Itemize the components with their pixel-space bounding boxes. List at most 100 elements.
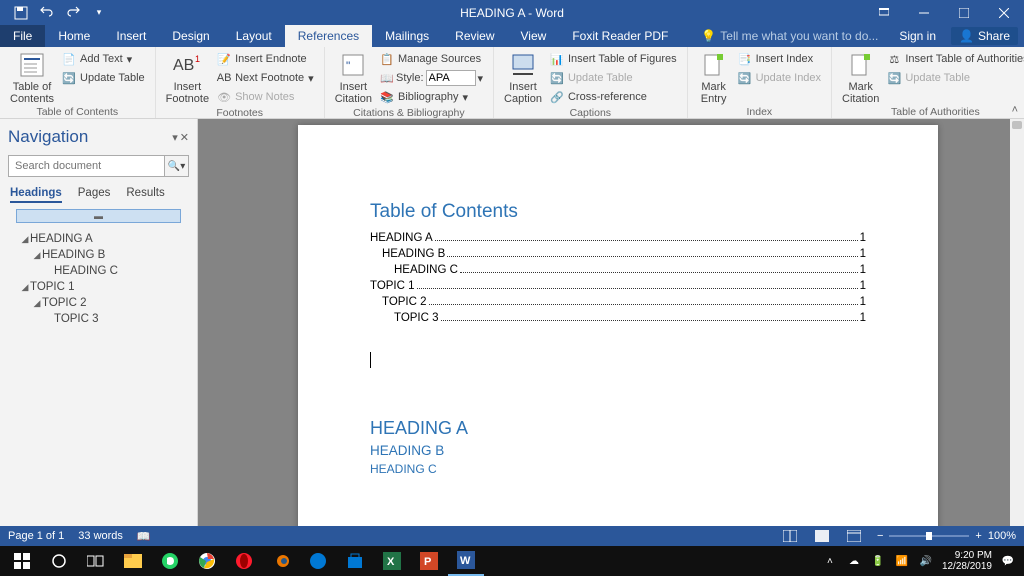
tell-me-search[interactable]: 💡Tell me what you want to do... (681, 25, 878, 47)
wifi-icon[interactable]: 📶 (894, 553, 910, 569)
cortana-button[interactable] (41, 546, 77, 576)
nav-tree-item[interactable]: HEADING C (8, 263, 189, 279)
opera-icon[interactable] (226, 546, 262, 576)
tree-twisty-icon[interactable]: ◢ (20, 282, 30, 293)
toc-entry[interactable]: TOPIC 2 1 (370, 295, 866, 308)
tree-twisty-icon[interactable]: ◢ (32, 250, 42, 261)
app-icon[interactable] (300, 546, 336, 576)
mark-entry-button[interactable]: Mark Entry (694, 49, 734, 105)
start-button[interactable] (4, 546, 40, 576)
print-layout-icon[interactable] (813, 528, 831, 544)
insert-toa-button[interactable]: ⚖Insert Table of Authorities (883, 50, 1024, 68)
nav-current-pos[interactable]: ▬ (16, 209, 181, 223)
toc-entry[interactable]: HEADING C 1 (370, 263, 866, 276)
zoom-out-button[interactable]: − (877, 530, 883, 542)
add-text-button[interactable]: 📄Add Text ▾ (58, 50, 149, 68)
word-icon[interactable]: W (448, 546, 484, 576)
update-index-button[interactable]: 🔄Update Index (734, 69, 825, 87)
blender-icon[interactable] (263, 546, 299, 576)
tray-chevron-icon[interactable]: ˄ (822, 553, 838, 569)
cross-reference-button[interactable]: 🔗Cross-reference (546, 88, 681, 106)
tab-layout[interactable]: Layout (223, 25, 285, 47)
page-indicator[interactable]: Page 1 of 1 (8, 530, 64, 542)
show-notes-button[interactable]: 👁Show Notes (213, 88, 318, 106)
notifications-icon[interactable]: 💬 (1000, 553, 1016, 569)
nav-tab-headings[interactable]: Headings (10, 187, 62, 203)
tab-foxit[interactable]: Foxit Reader PDF (559, 25, 681, 47)
nav-tree-item[interactable]: ◢TOPIC 2 (8, 295, 189, 311)
scroll-thumb[interactable] (1012, 121, 1022, 129)
read-mode-icon[interactable] (781, 528, 799, 544)
nav-tab-results[interactable]: Results (126, 187, 164, 203)
insert-citation-button[interactable]: " Insert Citation (331, 49, 376, 105)
zoom-level[interactable]: 100% (988, 530, 1016, 542)
tab-insert[interactable]: Insert (103, 25, 159, 47)
undo-icon[interactable] (36, 2, 58, 24)
sign-in-button[interactable]: Sign in (886, 29, 949, 43)
nav-tree-item[interactable]: TOPIC 3 (8, 311, 189, 327)
zoom-in-button[interactable]: + (975, 530, 981, 542)
insert-footnote-button[interactable]: AB1 Insert Footnote (162, 49, 213, 105)
table-of-contents-button[interactable]: Table of Contents (6, 49, 58, 105)
style-value[interactable] (426, 70, 476, 86)
toc-entry[interactable]: TOPIC 3 1 (370, 311, 866, 324)
whatsapp-icon[interactable] (152, 546, 188, 576)
zoom-slider[interactable] (889, 535, 969, 537)
insert-caption-button[interactable]: Insert Caption (500, 49, 546, 105)
tab-home[interactable]: Home (45, 25, 103, 47)
share-button[interactable]: 👤Share (951, 27, 1018, 45)
onedrive-icon[interactable]: ☁ (846, 553, 862, 569)
search-button[interactable]: 🔍▾ (164, 156, 188, 176)
tab-file[interactable]: File (0, 25, 45, 47)
tab-design[interactable]: Design (159, 25, 222, 47)
tab-view[interactable]: View (508, 25, 560, 47)
clock[interactable]: 9:20 PM12/28/2019 (942, 550, 992, 572)
nav-tree-item[interactable]: ◢HEADING A (8, 231, 189, 247)
nav-dropdown-icon[interactable]: ▾ (172, 131, 178, 144)
bibliography-button[interactable]: 📚Bibliography ▾ (376, 88, 487, 106)
save-icon[interactable] (10, 2, 32, 24)
qat-dropdown-icon[interactable]: ▾ (88, 2, 110, 24)
citation-style-select[interactable]: 📖Style: ▾ (376, 69, 487, 87)
mark-citation-button[interactable]: Mark Citation (838, 49, 883, 105)
maximize-button[interactable] (944, 0, 984, 25)
redo-icon[interactable] (62, 2, 84, 24)
insert-index-button[interactable]: 📑Insert Index (734, 50, 825, 68)
insert-endnote-button[interactable]: 📝Insert Endnote (213, 50, 318, 68)
insert-table-of-figures-button[interactable]: 📊Insert Table of Figures (546, 50, 681, 68)
manage-sources-button[interactable]: 📋Manage Sources (376, 50, 487, 68)
battery-icon[interactable]: 🔋 (870, 553, 886, 569)
file-explorer-icon[interactable] (115, 546, 151, 576)
web-layout-icon[interactable] (845, 528, 863, 544)
tree-twisty-icon[interactable]: ◢ (32, 298, 42, 309)
task-view-button[interactable] (78, 546, 114, 576)
collapse-ribbon-icon[interactable]: ˄ (1012, 104, 1018, 116)
toc-entry[interactable]: TOPIC 1 1 (370, 279, 866, 292)
nav-tree-item[interactable]: ◢TOPIC 1 (8, 279, 189, 295)
tab-review[interactable]: Review (442, 25, 507, 47)
volume-icon[interactable]: 🔊 (918, 553, 934, 569)
vertical-scrollbar[interactable] (1010, 119, 1024, 526)
update-caption-table-button[interactable]: 🔄Update Table (546, 69, 681, 87)
tree-twisty-icon[interactable]: ◢ (20, 234, 30, 245)
spellcheck-icon[interactable]: 📖 (137, 530, 151, 543)
ribbon-options-icon[interactable] (864, 0, 904, 25)
word-count[interactable]: 33 words (78, 530, 123, 542)
nav-close-icon[interactable]: ✕ (180, 131, 189, 144)
next-footnote-button[interactable]: ABNext Footnote ▾ (213, 69, 318, 87)
nav-tab-pages[interactable]: Pages (78, 187, 111, 203)
update-toa-button[interactable]: 🔄Update Table (883, 69, 1024, 87)
document-page[interactable]: Table of Contents HEADING A 1HEADING B 1… (298, 125, 938, 526)
nav-tree-item[interactable]: ◢HEADING B (8, 247, 189, 263)
chrome-icon[interactable] (189, 546, 225, 576)
close-button[interactable] (984, 0, 1024, 25)
toc-entry[interactable]: HEADING B 1 (370, 247, 866, 260)
tab-references[interactable]: References (285, 25, 372, 47)
excel-icon[interactable]: X (374, 546, 410, 576)
powerpoint-icon[interactable]: P (411, 546, 447, 576)
store-icon[interactable] (337, 546, 373, 576)
tab-mailings[interactable]: Mailings (372, 25, 442, 47)
minimize-button[interactable] (904, 0, 944, 25)
toc-entry[interactable]: HEADING A 1 (370, 231, 866, 244)
search-input[interactable] (9, 156, 164, 176)
